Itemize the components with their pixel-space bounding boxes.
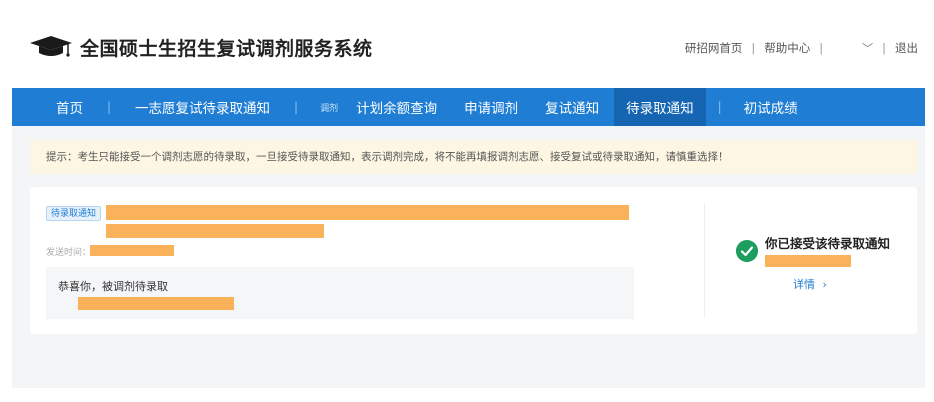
graduation-cap-icon xyxy=(30,36,72,57)
nav-item-label: 计划余额查询 xyxy=(356,101,438,117)
nav-item-home[interactable]: 首页 xyxy=(56,88,83,126)
separator: | xyxy=(819,41,824,55)
status-badge: 待录取通知 xyxy=(46,206,102,221)
divider xyxy=(704,203,705,318)
details-label: 详情 xyxy=(793,278,815,291)
separator: | xyxy=(882,41,886,55)
nav-item-first-choice-notice[interactable]: 一志愿复试待录取通知 xyxy=(135,88,270,126)
chevron-down-icon[interactable]: ﹀ xyxy=(862,40,873,56)
nav-item-label: 首页 xyxy=(56,101,83,117)
nav-separator: | xyxy=(294,100,299,114)
redacted-accept-time xyxy=(765,255,851,267)
check-circle-icon xyxy=(736,240,758,262)
nav-item-label: 初试成绩 xyxy=(743,101,798,117)
nav-separator: | xyxy=(107,100,112,114)
redacted-send-time xyxy=(90,245,174,256)
nav-item-plan-balance[interactable]: 计划余额查询 xyxy=(356,88,437,126)
redacted-message-detail xyxy=(78,297,234,310)
redacted-school-info xyxy=(106,205,629,220)
redacted-major-info xyxy=(106,224,324,238)
nav-separator: | xyxy=(717,100,722,114)
message-text: 恭喜你，被调剂待录取 xyxy=(58,280,168,293)
home-link[interactable]: 研招网首页 xyxy=(685,40,743,56)
nav-item-label: 复试通知 xyxy=(545,101,600,117)
warning-notice: 提示：考生只能接受一个调剂志愿的待录取，一旦接受待录取通知，表示调剂完成，将不能… xyxy=(30,140,917,174)
nav-item-admission-notice[interactable]: 待录取通知 xyxy=(614,88,706,126)
nav-item-label: 申请调剂 xyxy=(464,101,519,117)
send-time-label: 发送时间： xyxy=(46,248,92,258)
details-link[interactable]: 详情 › xyxy=(793,276,827,292)
separator: | xyxy=(751,41,756,55)
help-center-link[interactable]: 帮助中心 xyxy=(764,40,810,56)
logout-link[interactable]: 退出 xyxy=(895,40,918,56)
message-box: 恭喜你，被调剂待录取 xyxy=(46,267,634,319)
nav-item-initial-scores[interactable]: 初试成绩 xyxy=(744,88,798,126)
main-nav: 首页 | 一志愿复试待录取通知 | 调剂 计划余额查询 申请调剂 复试通知 待录… xyxy=(12,88,925,126)
admission-notice-card: 待录取通知 发送时间： 恭喜你，被调剂待录取 你已接受该待录取通知 详情 › xyxy=(30,187,917,334)
nav-item-apply-adjustment[interactable]: 申请调剂 xyxy=(464,88,518,126)
accepted-status-title: 你已接受该待录取通知 xyxy=(765,236,891,251)
nav-item-label: 一志愿复试待录取通知 xyxy=(135,101,271,117)
nav-item-label: 待录取通知 xyxy=(626,101,694,117)
chevron-right-icon: › xyxy=(822,278,827,291)
nav-item-retest-notice[interactable]: 复试通知 xyxy=(545,88,599,126)
header: 全国硕士生招生复试调剂服务系统 研招网首页 | 帮助中心 | ﹀ | 退出 xyxy=(0,0,934,88)
app-title: 全国硕士生招生复试调剂服务系统 xyxy=(80,38,373,60)
nav-group-label-adjustment: 调剂 xyxy=(320,103,339,114)
top-links: 研招网首页 | 帮助中心 | ﹀ | 退出 xyxy=(685,40,918,56)
